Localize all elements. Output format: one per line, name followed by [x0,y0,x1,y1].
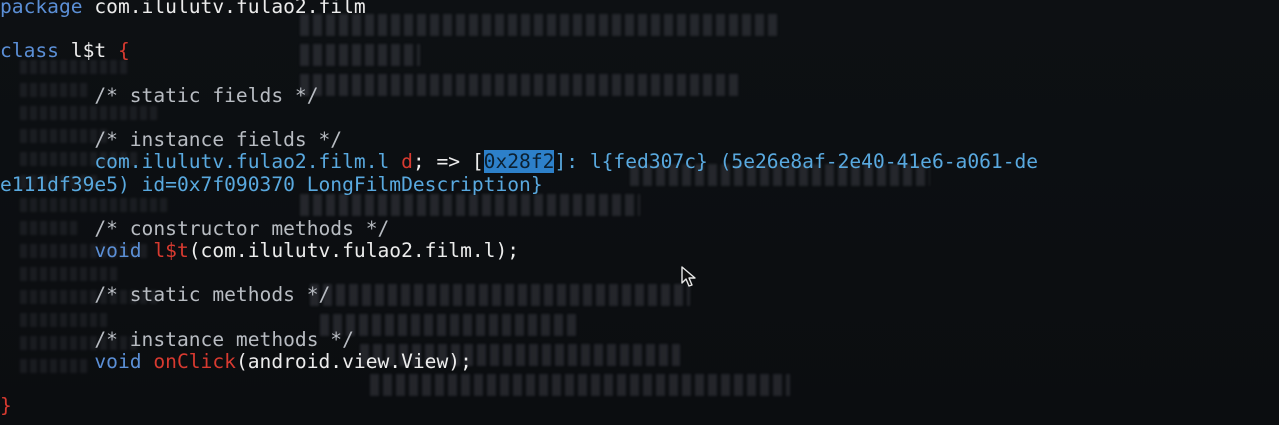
field-arrow: ; => [ [412,150,484,174]
constructor-name: l$t [141,239,189,263]
close-brace: } [0,394,12,418]
close-brace-line: } [0,395,1279,417]
constructor-comment-line: /* constructor methods */ [0,216,1279,240]
instance-fields-comment: /* instance fields */ [94,128,343,152]
class-name: l$t [58,39,107,63]
class-declaration-line: class l$t { [0,40,1279,62]
class-keyword: class [0,39,59,63]
static-methods-comment: /* static methods */ [94,283,331,307]
constructor-args: (com.ilulutv.fulao2.film.l); [188,239,520,263]
package-line: package com.ilulutv.fulao2.film [0,0,1279,18]
field-description-wrap: e111df39e5) id=0x7f090370 LongFilmDescri… [0,172,543,196]
instance-methods-comment-line: /* instance methods */ [0,327,1279,351]
class-dump-output: package com.ilulutv.fulao2.film class l$… [0,0,1279,418]
method-line: void onClick(android.view.View); [0,350,1279,373]
field-wrap-line: e111df39e5) id=0x7f090370 LongFilmDescri… [0,172,1279,196]
field-type: com.ilulutv.fulao2.film.l [94,150,390,174]
static-fields-comment: /* static fields */ [94,83,319,107]
static-fields-comment-line: /* static fields */ [0,83,1279,107]
instance-methods-comment: /* instance methods */ [94,327,354,351]
field-line: com.ilulutv.fulao2.film.l d; => [0x28f2]… [0,150,1279,174]
package-name: com.ilulutv.fulao2.film [82,0,366,18]
mouse-pointer-icon [681,266,696,287]
open-brace: { [106,39,130,63]
terminal-window[interactable]: package com.ilulutv.fulao2.film class l$… [0,0,1279,425]
static-methods-comment-line: /* static methods */ [0,284,1279,306]
constructor-methods-comment: /* constructor methods */ [94,216,390,240]
method-name: onClick [141,350,236,373]
field-name: d [389,150,413,174]
instance-fields-comment-line: /* instance fields */ [0,129,1279,151]
field-address-selected[interactable]: 0x28f2 [483,150,555,174]
package-keyword: package [0,0,83,18]
field-description: ]: l{fed307c} (5e26e8af-2e40-41e6-a061-d… [554,150,1039,174]
method-return-type: void [94,350,142,373]
method-args: (android.view.View); [235,350,472,373]
constructor-line: void l$t(com.ilulutv.fulao2.film.l); [0,239,1279,263]
constructor-return-type: void [94,239,142,263]
